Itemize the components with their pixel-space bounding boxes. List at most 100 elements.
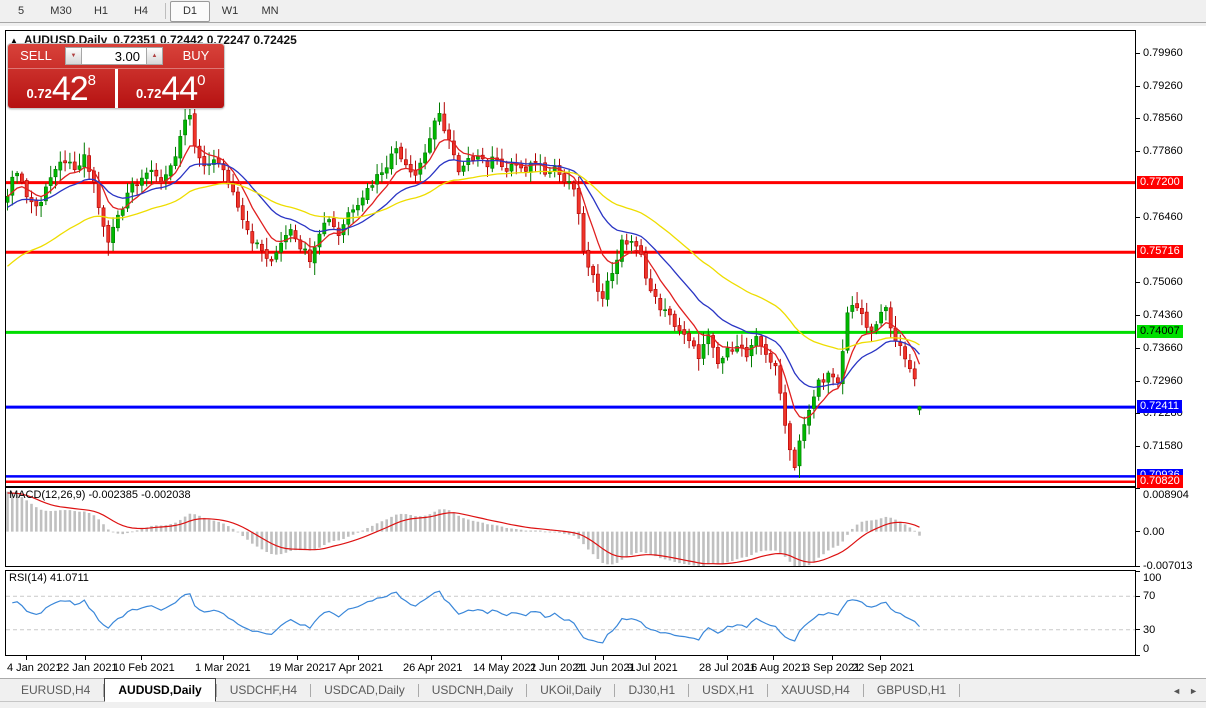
macd-histogram-bar (131, 531, 134, 532)
macd-histogram-bar (237, 532, 240, 533)
macd-indicator-pane[interactable]: MACD(12,26,9) -0.002385 -0.002038 (5, 487, 1136, 567)
time-tick-label: 22 Sep 2021 (852, 662, 914, 674)
candle-body (251, 232, 254, 244)
volume-decrease-button[interactable]: ▼ (65, 47, 82, 65)
tab-gbpusd-h1[interactable]: GBPUSD,H1 (864, 680, 959, 701)
macd-histogram-bar (30, 504, 33, 532)
chart-window: MACD(12,26,9) -0.002385 -0.002038 RSI(14… (0, 26, 1206, 678)
candle-body (692, 341, 695, 346)
price-tick-mark (1136, 381, 1140, 382)
macd-histogram-bar (875, 520, 878, 532)
macd-label: MACD(12,26,9) -0.002385 -0.002038 (9, 489, 191, 501)
candle-body (260, 244, 263, 250)
candle-body (49, 178, 52, 186)
sell-price-display[interactable]: 0.72 42 8 (8, 69, 115, 108)
macd-histogram-bar (117, 532, 120, 534)
macd-histogram-bar (357, 532, 360, 533)
macd-histogram-bar (126, 532, 129, 533)
macd-histogram-bar (496, 525, 499, 531)
timeframe-button-m30[interactable]: M30 (41, 1, 81, 22)
macd-histogram-bar (669, 532, 672, 561)
volume-increase-button[interactable]: ▲ (146, 47, 163, 65)
time-tick-label: 10 Feb 2021 (113, 662, 175, 674)
buy-button[interactable]: BUY (168, 44, 224, 68)
price-tick-mark (1136, 86, 1140, 87)
buy-price-display[interactable]: 0.72 44 0 (118, 69, 225, 108)
ma-line-medium[interactable] (8, 160, 920, 388)
macd-histogram-bar (769, 532, 772, 551)
ma-line-slow[interactable] (8, 171, 920, 349)
macd-histogram-bar (880, 518, 883, 531)
candle-body (894, 328, 897, 341)
tab-xauusd-h4[interactable]: XAUUSD,H4 (768, 680, 863, 701)
timeframe-button-w1[interactable]: W1 (210, 1, 250, 22)
rsi-indicator-pane[interactable]: RSI(14) 41.0711 (5, 570, 1136, 656)
price-axis[interactable]: 0.799600.792600.785600.778600.764600.750… (1136, 26, 1206, 678)
trade-panel-controls: SELL ▼ ▲ BUY (8, 44, 224, 69)
macd-tick-mark (1136, 566, 1140, 567)
macd-histogram-bar (745, 532, 748, 557)
candle-body (169, 166, 172, 176)
candle-body (433, 121, 436, 139)
tab-audusd-daily[interactable]: AUDUSD,Daily (104, 678, 215, 702)
macd-histogram-bar (184, 517, 187, 532)
candle-body (750, 345, 753, 355)
candle-body (246, 221, 249, 229)
macd-histogram-bar (861, 522, 864, 532)
candle-body (918, 407, 921, 410)
candle-body (448, 130, 451, 139)
tab-usdx-h1[interactable]: USDX,H1 (689, 680, 767, 701)
candle-body (673, 314, 676, 326)
candle-body (601, 292, 604, 299)
timeframe-button-mn[interactable]: MN (250, 1, 290, 22)
candle-body (649, 279, 652, 291)
tab-usdcad-daily[interactable]: USDCAD,Daily (311, 680, 418, 701)
macd-histogram-bar (693, 532, 696, 566)
candle-body (160, 177, 163, 181)
macd-histogram-bar (313, 532, 316, 550)
tab-separator (959, 684, 960, 697)
timeframe-button-d1[interactable]: D1 (170, 1, 210, 22)
macd-histogram-bar (222, 524, 225, 532)
macd-histogram-bar (856, 525, 859, 532)
candle-body (385, 168, 388, 173)
time-tick-mark (431, 656, 432, 660)
price-tick-mark (1136, 348, 1140, 349)
tab-usdcnh-daily[interactable]: USDCNH,Daily (419, 680, 526, 701)
tab-eurusd-h4[interactable]: EURUSD,H4 (8, 680, 103, 701)
macd-histogram-bar (457, 516, 460, 532)
candle-body (107, 225, 110, 242)
macd-histogram-bar (577, 532, 580, 539)
timeframe-button-h4[interactable]: H4 (121, 1, 161, 22)
macd-histogram-bar (285, 532, 288, 553)
candle-body (568, 181, 571, 182)
time-tick-mark (141, 656, 142, 660)
macd-histogram-bar (261, 532, 264, 550)
macd-histogram-bar (304, 532, 307, 550)
tab-scroll-left-icon[interactable]: ◄ (1172, 686, 1181, 696)
volume-input[interactable] (82, 47, 146, 65)
price-tick-label: 0.79960 (1143, 47, 1183, 59)
macd-histogram-bar (64, 510, 67, 532)
timeframe-button-5[interactable]: 5 (1, 1, 41, 22)
candle-body (563, 174, 566, 182)
time-tick-label: 14 May 2021 (473, 662, 537, 674)
tab-scroll-right-icon[interactable]: ► (1189, 686, 1198, 696)
time-axis[interactable]: 4 Jan 202122 Jan 202110 Feb 20211 Mar 20… (5, 656, 1136, 678)
timeframe-button-h1[interactable]: H1 (81, 1, 121, 22)
macd-histogram-bar (102, 524, 105, 531)
sell-button[interactable]: SELL (8, 44, 64, 68)
macd-histogram-bar (515, 529, 518, 532)
candle-body (630, 241, 633, 242)
time-tick-label: 16 Aug 2021 (745, 662, 807, 674)
tab-ukoil-daily[interactable]: UKOil,Daily (527, 680, 614, 701)
macd-histogram-bar (371, 526, 374, 532)
candle-body (716, 347, 719, 363)
macd-histogram-bar (352, 532, 355, 535)
macd-histogram-bar (789, 532, 792, 562)
macd-histogram-bar (558, 532, 561, 533)
tab-dj30-h1[interactable]: DJ30,H1 (615, 680, 688, 701)
time-tick-label: 22 Jan 2021 (57, 662, 118, 674)
tab-usdchf-h4[interactable]: USDCHF,H4 (217, 680, 310, 701)
candle-body (683, 330, 686, 335)
